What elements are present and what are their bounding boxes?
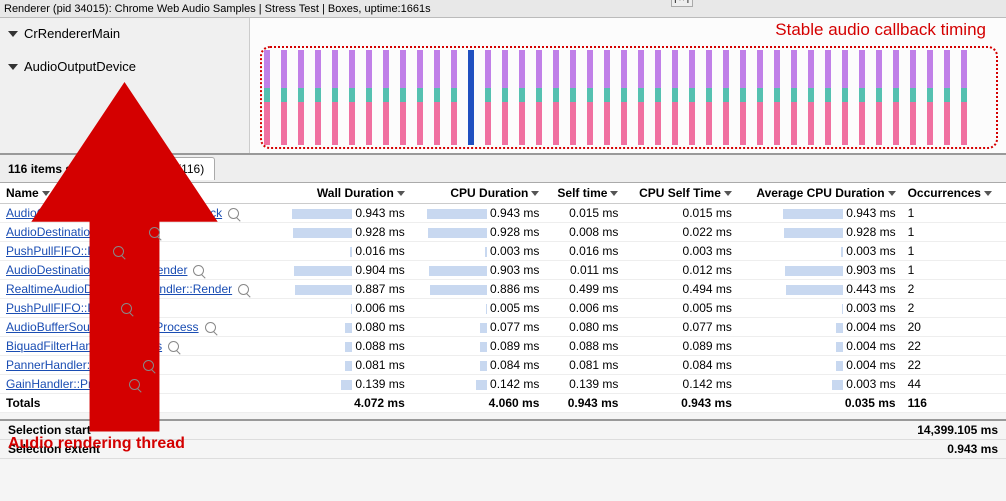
expand-icon[interactable]: |↔| — [671, 0, 693, 7]
callback-bar — [944, 50, 950, 145]
callback-bar — [468, 50, 474, 145]
track-label-text: CrRendererMain — [24, 26, 120, 41]
tracks-area: CrRendererMain AudioOutputDevice Audio r… — [0, 18, 1006, 155]
callback-bar — [791, 50, 797, 145]
callback-bar — [927, 50, 933, 145]
magnifier-icon[interactable] — [228, 208, 239, 219]
callback-bar — [485, 50, 491, 145]
callback-bar — [604, 50, 610, 145]
callback-bar — [383, 50, 389, 145]
callback-bar — [961, 50, 967, 145]
col-self[interactable]: Self time — [545, 183, 624, 204]
callback-bar — [298, 50, 304, 145]
sort-icon — [724, 191, 732, 196]
callback-bar — [689, 50, 695, 145]
sort-icon — [531, 191, 539, 196]
callback-bar — [893, 50, 899, 145]
callback-bar — [655, 50, 661, 145]
magnifier-icon[interactable] — [121, 303, 132, 314]
callback-bar — [723, 50, 729, 145]
sort-icon — [397, 191, 405, 196]
arrow-up-icon — [8, 82, 241, 432]
callback-bar — [706, 50, 712, 145]
callback-bar — [434, 50, 440, 145]
track-crrenderermain[interactable]: CrRendererMain — [8, 26, 241, 41]
callback-bar — [281, 50, 287, 145]
callback-bar — [519, 50, 525, 145]
selection-extent-value: 0.943 ms — [947, 442, 998, 456]
sort-icon — [984, 191, 992, 196]
annotation-thread: Audio rendering thread — [8, 435, 241, 453]
callback-bar — [264, 50, 270, 145]
magnifier-icon[interactable] — [238, 284, 249, 295]
magnifier-icon[interactable] — [193, 265, 204, 276]
col-cpuself[interactable]: CPU Self Time — [624, 183, 737, 204]
callback-bar — [536, 50, 542, 145]
magnifier-icon[interactable] — [205, 322, 216, 333]
disclosure-icon[interactable] — [8, 31, 18, 37]
track-audiooutputdevice[interactable]: AudioOutputDevice — [8, 59, 241, 74]
callback-bar — [553, 50, 559, 145]
process-header: Renderer (pid 34015): Chrome Web Audio S… — [0, 0, 1006, 18]
callback-bar — [315, 50, 321, 145]
col-occ[interactable]: Occurrences — [902, 183, 1006, 204]
annotation-stable: Stable audio callback timing — [775, 20, 986, 40]
callback-bar — [740, 50, 746, 145]
callback-bar — [876, 50, 882, 145]
col-wall[interactable]: Wall Duration — [276, 183, 411, 204]
callback-bar — [638, 50, 644, 145]
callback-bar — [570, 50, 576, 145]
selection-start-value: 14,399.105 ms — [917, 423, 998, 437]
callback-bar — [825, 50, 831, 145]
callback-bar — [400, 50, 406, 145]
track-label-text: AudioOutputDevice — [24, 59, 136, 74]
callback-bar — [502, 50, 508, 145]
callback-bar — [859, 50, 865, 145]
magnifier-icon[interactable] — [168, 341, 179, 352]
disclosure-icon[interactable] — [8, 64, 18, 70]
callback-bar — [842, 50, 848, 145]
col-cpu[interactable]: CPU Duration — [411, 183, 546, 204]
callback-bar — [910, 50, 916, 145]
callback-bar — [587, 50, 593, 145]
sort-icon — [888, 191, 896, 196]
callback-bars — [264, 50, 994, 145]
callback-bar — [417, 50, 423, 145]
magnifier-icon[interactable] — [113, 246, 124, 257]
magnifier-icon[interactable] — [129, 379, 140, 390]
callback-bar — [332, 50, 338, 145]
callback-bar — [774, 50, 780, 145]
timeline-canvas[interactable]: Stable audio callback timing — [250, 18, 1006, 153]
process-label: Renderer (pid 34015): Chrome Web Audio S… — [4, 3, 431, 15]
magnifier-icon[interactable] — [149, 227, 160, 238]
callback-bar — [757, 50, 763, 145]
callback-bar — [621, 50, 627, 145]
callback-bar — [672, 50, 678, 145]
callback-bar — [366, 50, 372, 145]
track-labels: CrRendererMain AudioOutputDevice Audio r… — [0, 18, 250, 153]
callback-bar — [451, 50, 457, 145]
callback-bar — [349, 50, 355, 145]
magnifier-icon[interactable] — [143, 360, 154, 371]
col-avgcpu[interactable]: Average CPU Duration — [738, 183, 902, 204]
callback-bar — [808, 50, 814, 145]
sort-icon — [610, 191, 618, 196]
